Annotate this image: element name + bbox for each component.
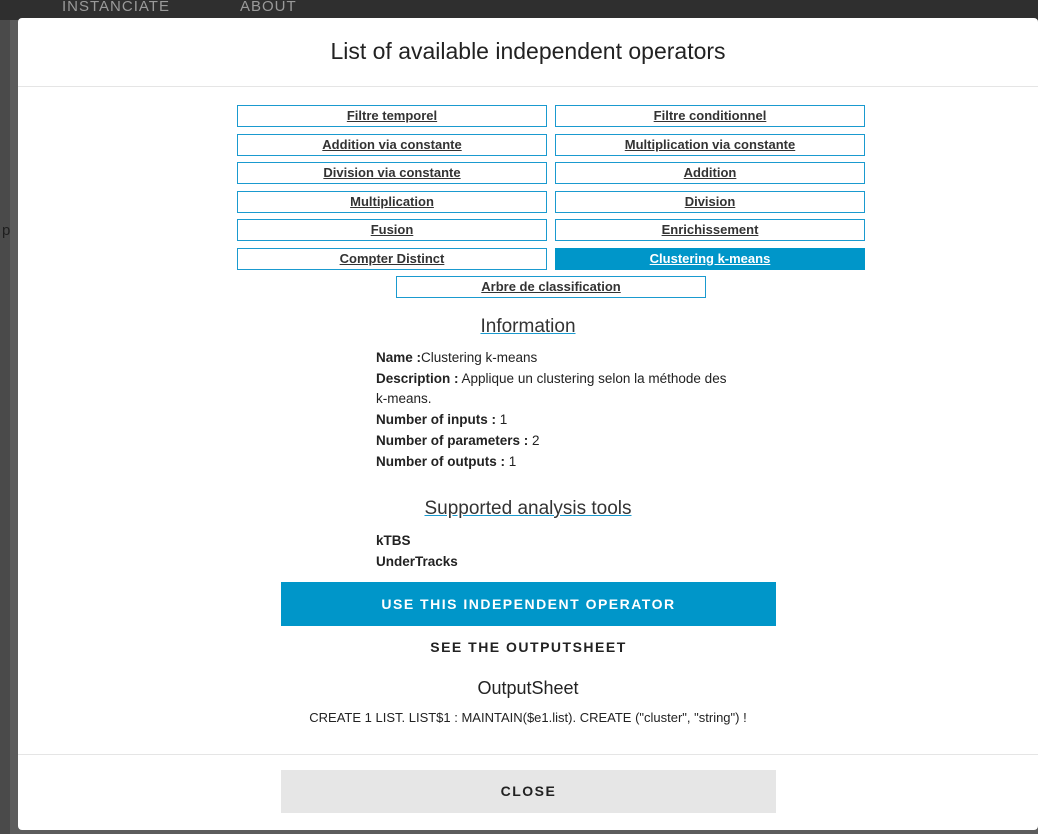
tool-item-undertracks: UnderTracks: [376, 554, 458, 569]
info-description-label: Description :: [376, 370, 459, 386]
operator-button-multiplication-via-constante[interactable]: Multiplication via constante: [555, 133, 865, 156]
operator-button-multiplication[interactable]: Multiplication: [237, 190, 547, 213]
close-button[interactable]: CLOSE: [281, 770, 776, 813]
info-inputs-label: Number of inputs :: [376, 412, 496, 428]
information-title: Information: [18, 316, 1038, 338]
supported-tools-title-text: Supported analysis tools: [424, 498, 632, 519]
tool-item-ktbs: kTBS: [376, 533, 411, 548]
modal-title: List of available independent operators: [330, 38, 726, 64]
operator-button-clustering-k-means[interactable]: Clustering k-means: [555, 247, 865, 270]
supported-tools-list: kTBS UnderTracks: [376, 530, 676, 572]
info-name-value: Clustering k-means: [421, 350, 538, 365]
operator-information: Name :Clustering k-means Description : A…: [376, 348, 736, 472]
operator-button-division-via-constante[interactable]: Division via constante: [237, 162, 547, 184]
background-navbar: INSTANCIATE ABOUT: [0, 0, 1038, 20]
background-sidebar: [0, 20, 10, 834]
operator-button-arbre-de-classification[interactable]: Arbre de classification: [396, 276, 706, 298]
modal-footer: CLOSE: [18, 754, 1038, 831]
operators-modal: List of available independent operators …: [18, 18, 1038, 830]
info-parameters-label: Number of parameters :: [376, 432, 529, 448]
modal-header: List of available independent operators: [18, 18, 1038, 87]
info-description-row: Description : Applique un clustering sel…: [376, 369, 736, 410]
info-outputs-label: Number of outputs :: [376, 453, 505, 469]
see-outputsheet-button[interactable]: SEE THE OUTPUTSHEET: [281, 636, 776, 658]
info-outputs-value: 1: [504, 453, 517, 469]
nav-item-about[interactable]: ABOUT: [240, 0, 297, 14]
background-text-fragment: p: [2, 222, 11, 239]
operator-button-compter-distinct[interactable]: Compter Distinct: [237, 247, 547, 270]
outputsheet-content: CREATE 1 LIST. LIST$1 : MAINTAIN($e1.lis…: [309, 710, 747, 725]
operator-button-enrichissement[interactable]: Enrichissement: [555, 219, 865, 241]
operator-button-addition[interactable]: Addition: [555, 162, 865, 184]
info-inputs-row: Number of inputs : 1: [376, 410, 736, 431]
info-name-label: Name :: [376, 350, 422, 365]
info-parameters-row: Number of parameters : 2: [376, 431, 736, 452]
nav-item-instanciate[interactable]: INSTANCIATE: [62, 0, 170, 14]
outputsheet-title: OutputSheet: [477, 678, 579, 698]
info-name-row: Name :Clustering k-means: [376, 348, 736, 369]
operator-button-division[interactable]: Division: [555, 190, 865, 213]
info-parameters-value: 2: [528, 432, 540, 448]
information-title-text: Information: [480, 316, 576, 337]
operator-button-filtre-conditionnel[interactable]: Filtre conditionnel: [555, 105, 865, 127]
info-inputs-value: 1: [496, 412, 508, 428]
use-operator-button[interactable]: USE THIS INDEPENDENT OPERATOR: [281, 582, 776, 626]
supported-tools-title: Supported analysis tools: [18, 498, 1038, 520]
operator-button-addition-via-constante[interactable]: Addition via constante: [237, 133, 547, 156]
info-outputs-row: Number of outputs : 1: [376, 452, 736, 473]
operator-button-filtre-temporel[interactable]: Filtre temporel: [237, 105, 547, 127]
operator-button-fusion[interactable]: Fusion: [237, 219, 547, 241]
